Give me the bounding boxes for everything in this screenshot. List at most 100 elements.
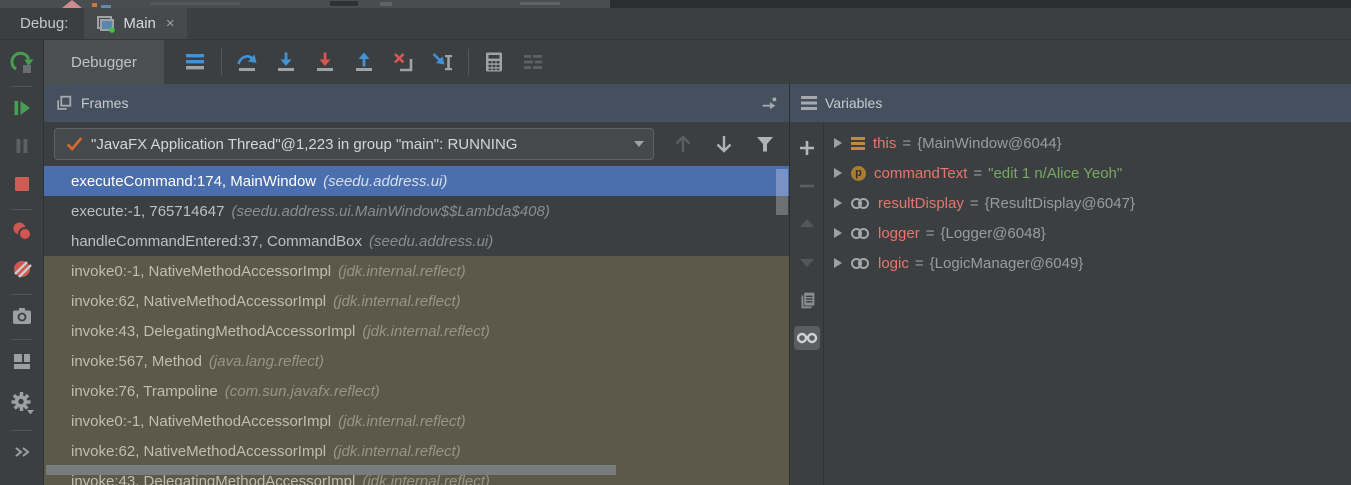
frames-title: Frames [81, 95, 128, 111]
clipped-shape [330, 1, 358, 6]
clipped-shape [520, 2, 560, 5]
frames-list: executeCommand:174, MainWindow (seedu.ad… [44, 166, 789, 485]
frame-package: (com.sun.javafx.reflect) [225, 383, 380, 400]
sidebar-separator [11, 339, 33, 340]
rerun-icon[interactable] [8, 50, 36, 76]
frames-icon [55, 94, 73, 112]
move-up-icon[interactable] [794, 212, 820, 236]
frame-row[interactable]: handleCommandEntered:37, CommandBox (see… [44, 226, 789, 256]
thread-selector-dropdown[interactable]: "JavaFX Application Thread"@1,223 in gro… [54, 128, 654, 160]
variable-value: {MainWindow@6044} [917, 135, 1061, 152]
variable-row[interactable]: logger = {Logger@6048} [824, 218, 1351, 248]
variable-name: logger [878, 225, 920, 242]
equals-sign: = [970, 195, 979, 212]
expand-arrow-icon[interactable] [834, 138, 842, 148]
variable-value: {ResultDisplay@6047} [985, 195, 1135, 212]
variables-header: Variables [790, 84, 1351, 122]
frame-row[interactable]: execute:-1, 765714647 (seedu.address.ui.… [44, 196, 789, 226]
frame-method: invoke:567, Method [71, 353, 202, 370]
tab-main-title: Main [123, 15, 156, 32]
hide-frames-filter-icon[interactable] [753, 132, 777, 156]
tab-debugger[interactable]: Debugger [44, 40, 164, 84]
step-out-icon[interactable] [349, 49, 379, 75]
frame-row[interactable]: executeCommand:174, MainWindow (seedu.ad… [44, 166, 789, 196]
variable-type-icon [851, 137, 865, 150]
stop-icon[interactable] [8, 171, 36, 197]
trace-stream-icon[interactable] [518, 49, 548, 75]
frame-row[interactable]: invoke:62, NativeMethodAccessorImpl (jdk… [44, 436, 789, 466]
variable-row[interactable]: resultDisplay = {ResultDisplay@6047} [824, 188, 1351, 218]
clipped-editor-sliver-left [0, 0, 610, 8]
variable-row[interactable]: this = {MainWindow@6044} [824, 128, 1351, 158]
remove-watch-icon[interactable] [794, 174, 820, 198]
expand-arrow-icon[interactable] [834, 258, 842, 268]
add-watch-icon[interactable] [794, 136, 820, 160]
clipped-shape [101, 5, 111, 8]
frame-package: (jdk.internal.reflect) [333, 293, 461, 310]
frame-method: invoke:76, Trampoline [71, 383, 218, 400]
variable-value: "edit 1 n/Alice Yeoh" [988, 165, 1122, 182]
mute-breakpoints-icon[interactable] [8, 256, 36, 282]
thread-running-check-icon [64, 134, 84, 154]
clipped-shape [380, 2, 392, 6]
frame-row[interactable]: invoke:76, Trampoline (com.sun.javafx.re… [44, 376, 789, 406]
horizontal-scrollbar[interactable] [46, 465, 616, 475]
show-watches-icon[interactable] [794, 326, 820, 350]
view-breakpoints-icon[interactable] [8, 218, 36, 244]
next-frame-icon[interactable] [712, 132, 736, 156]
restore-layout-icon[interactable] [8, 348, 36, 374]
close-icon[interactable]: × [166, 16, 175, 31]
sidebar-separator [11, 86, 33, 87]
toolbar-separator [221, 49, 222, 75]
variable-row[interactable]: commandText = "edit 1 n/Alice Yeoh" [824, 158, 1351, 188]
debug-tool-window: Debug: Main × [0, 0, 1351, 485]
drop-frame-icon[interactable] [388, 49, 418, 75]
frame-method: handleCommandEntered:37, CommandBox [71, 233, 362, 250]
equals-sign: = [902, 135, 911, 152]
expand-arrow-icon[interactable] [834, 228, 842, 238]
clipped-shape [62, 0, 82, 8]
tab-debugger-label: Debugger [71, 54, 137, 71]
tab-main[interactable]: Main × [84, 8, 186, 39]
variable-name: commandText [874, 165, 967, 182]
previous-frame-icon[interactable] [671, 132, 695, 156]
vertical-scrollbar[interactable] [776, 169, 788, 215]
resume-program-icon[interactable] [8, 95, 36, 121]
step-over-icon[interactable] [232, 49, 262, 75]
frame-package: (jdk.internal.reflect) [362, 323, 490, 340]
settings-gear-icon[interactable] [8, 390, 36, 416]
popup-frames-icon[interactable] [760, 94, 778, 112]
pause-program-icon[interactable] [8, 133, 36, 159]
force-step-into-icon[interactable] [310, 49, 340, 75]
duplicate-watch-icon[interactable] [794, 288, 820, 312]
sidebar-separator [11, 294, 33, 295]
frame-package: (seedu.address.ui) [369, 233, 493, 250]
frame-row[interactable]: invoke:62, NativeMethodAccessorImpl (jdk… [44, 286, 789, 316]
frame-row[interactable]: invoke0:-1, NativeMethodAccessorImpl (jd… [44, 256, 789, 286]
evaluate-expression-icon[interactable] [479, 49, 509, 75]
watches-toolbar [790, 122, 824, 485]
variables-panel: Variables [790, 84, 1351, 485]
run-to-cursor-icon[interactable] [427, 49, 457, 75]
variable-type-icon [851, 227, 870, 239]
frame-row[interactable]: invoke:567, Method (java.lang.reflect) [44, 346, 789, 376]
get-thread-dump-icon[interactable] [8, 303, 36, 329]
clipped-editor-sliver-right [610, 0, 1351, 8]
clipped-shape [92, 3, 97, 7]
variable-row[interactable]: logic = {LogicManager@6049} [824, 248, 1351, 278]
expand-arrow-icon[interactable] [834, 168, 842, 178]
frames-panel: Frames [44, 84, 790, 485]
frame-row[interactable]: invoke0:-1, NativeMethodAccessorImpl (jd… [44, 406, 789, 436]
frame-method: execute:-1, 765714647 [71, 203, 224, 220]
move-down-icon[interactable] [794, 250, 820, 274]
equals-sign: = [926, 225, 935, 242]
frame-method: invoke0:-1, NativeMethodAccessorImpl [71, 413, 331, 430]
frame-row[interactable]: invoke:43, DelegatingMethodAccessorImpl … [44, 316, 789, 346]
step-into-icon[interactable] [271, 49, 301, 75]
debugger-toolbar: Debugger [44, 40, 1351, 84]
variable-name: logic [878, 255, 909, 272]
more-chevrons-icon[interactable] [8, 439, 36, 465]
sidebar-separator [11, 209, 33, 210]
show-execution-point-icon[interactable] [180, 49, 210, 75]
expand-arrow-icon[interactable] [834, 198, 842, 208]
